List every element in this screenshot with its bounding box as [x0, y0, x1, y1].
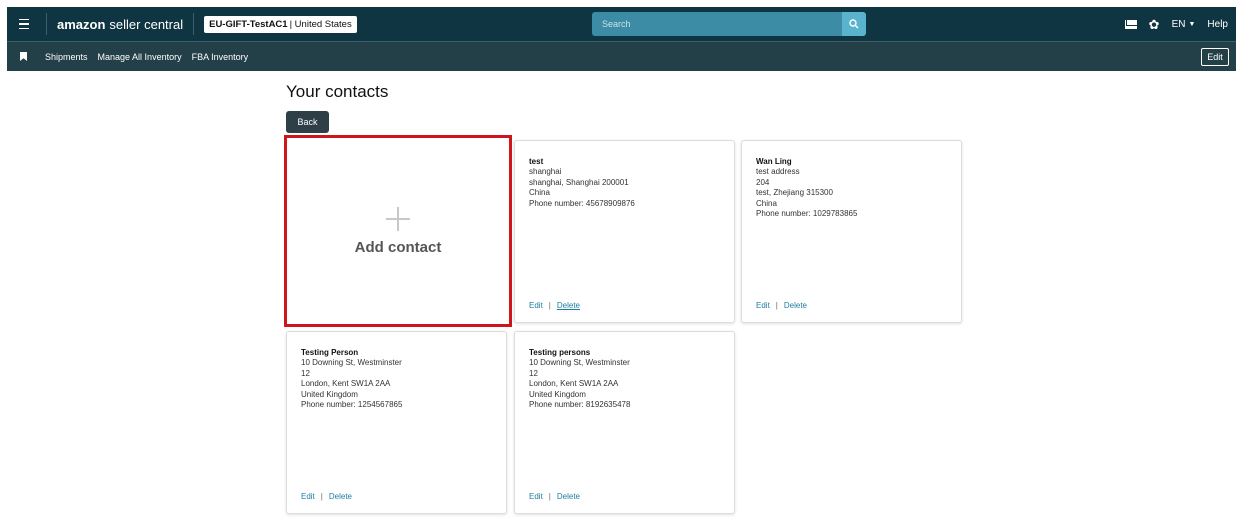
bookmark-icon[interactable] [20, 52, 27, 61]
contact-address-line: shanghai, Shanghai 200001 [529, 177, 629, 187]
contact-card: test shanghai shanghai, Shanghai 200001 … [514, 140, 735, 323]
contact-address-line: 12 [529, 368, 538, 378]
store-code: EU-GIFT-TestAC1 [209, 18, 288, 30]
logo-amazon: amazon [57, 16, 106, 32]
top-header: amazon seller central EU-GIFT-TestAC1 | … [7, 7, 1236, 41]
nav-shipments[interactable]: Shipments [45, 52, 88, 62]
language-label: EN [1171, 18, 1186, 30]
contact-phone: Phone number: 1254567865 [301, 400, 403, 409]
contact-card: Testing Person 10 Downing St, Westminste… [286, 331, 507, 514]
contact-address-line: 204 [756, 177, 770, 187]
contact-country: China [756, 198, 777, 208]
action-separator: | [548, 301, 551, 310]
contact-address-line: test, Zhejiang 315300 [756, 188, 833, 197]
language-selector[interactable]: EN ▼ [1172, 19, 1196, 30]
divider [46, 13, 47, 35]
contact-phone: Phone number: 45678909876 [529, 198, 635, 208]
contact-country: China [529, 188, 550, 197]
logo-seller-central: seller central [109, 16, 184, 32]
delete-contact-link[interactable]: Delete [557, 301, 580, 310]
seller-central-logo[interactable]: amazon seller central [57, 17, 183, 32]
contact-name: Wan Ling [756, 157, 792, 166]
chevron-down-icon: ▼ [1188, 20, 1196, 28]
contact-address-line: 12 [301, 368, 310, 378]
nav-bar: Shipments Manage All Inventory FBA Inven… [7, 41, 1236, 71]
store-region: | United States [289, 18, 352, 30]
gear-icon[interactable]: ✿ [1149, 18, 1160, 31]
search-input[interactable]: Search [592, 12, 842, 36]
contact-name: Testing persons [529, 348, 591, 357]
add-contact-label: Add contact [354, 238, 442, 256]
plus-icon [386, 206, 410, 231]
nav-fba-inventory[interactable]: FBA Inventory [192, 52, 249, 62]
store-switcher[interactable]: EU-GIFT-TestAC1 | United States [204, 15, 357, 33]
mail-icon[interactable] [1124, 19, 1137, 29]
nav-manage-all-inventory[interactable]: Manage All Inventory [98, 52, 182, 62]
contact-phone: Phone number: 1029783865 [756, 209, 858, 218]
divider [193, 13, 195, 35]
action-separator: | [775, 301, 778, 310]
contact-phone: Phone number: 8192635478 [529, 400, 631, 409]
contact-address-line: 10 Downing St, Westminster [529, 358, 630, 367]
contact-address-line: shanghai [529, 167, 562, 176]
delete-contact-link[interactable]: Delete [784, 301, 807, 310]
action-separator: | [320, 492, 323, 501]
contact-address-line: London, Kent SW1A 2AA [529, 379, 619, 388]
contact-name: test [529, 157, 544, 166]
contact-address-line: 10 Downing St, Westminster [301, 358, 402, 367]
contact-card: Testing persons 10 Downing St, Westminst… [514, 331, 735, 514]
edit-contact-link[interactable]: Edit [301, 492, 315, 501]
add-contact-card[interactable]: Add contact [284, 135, 512, 327]
contact-name: Testing Person [301, 348, 359, 357]
edit-nav-button[interactable]: Edit [1201, 48, 1229, 66]
contact-address-line: test address [756, 167, 800, 176]
search-icon [849, 19, 859, 29]
page-title: Your contacts [286, 82, 389, 101]
contact-address-line: London, Kent SW1A 2AA [301, 379, 391, 388]
contact-country: United Kingdom [301, 389, 358, 399]
hamburger-menu-icon[interactable] [12, 18, 36, 30]
delete-contact-link[interactable]: Delete [329, 492, 352, 501]
contact-country: United Kingdom [529, 389, 586, 399]
help-link[interactable]: Help [1207, 19, 1228, 30]
action-separator: | [548, 492, 551, 501]
back-button[interactable]: Back [286, 111, 329, 133]
edit-contact-link[interactable]: Edit [529, 492, 543, 501]
edit-contact-link[interactable]: Edit [529, 301, 543, 310]
header-right-tools: ✿ EN ▼ Help [1124, 7, 1228, 41]
edit-contact-link[interactable]: Edit [756, 301, 770, 310]
search-button[interactable] [842, 12, 866, 36]
contact-card: Wan Ling test address 204 test, Zhejiang… [741, 140, 962, 323]
delete-contact-link[interactable]: Delete [557, 492, 580, 501]
